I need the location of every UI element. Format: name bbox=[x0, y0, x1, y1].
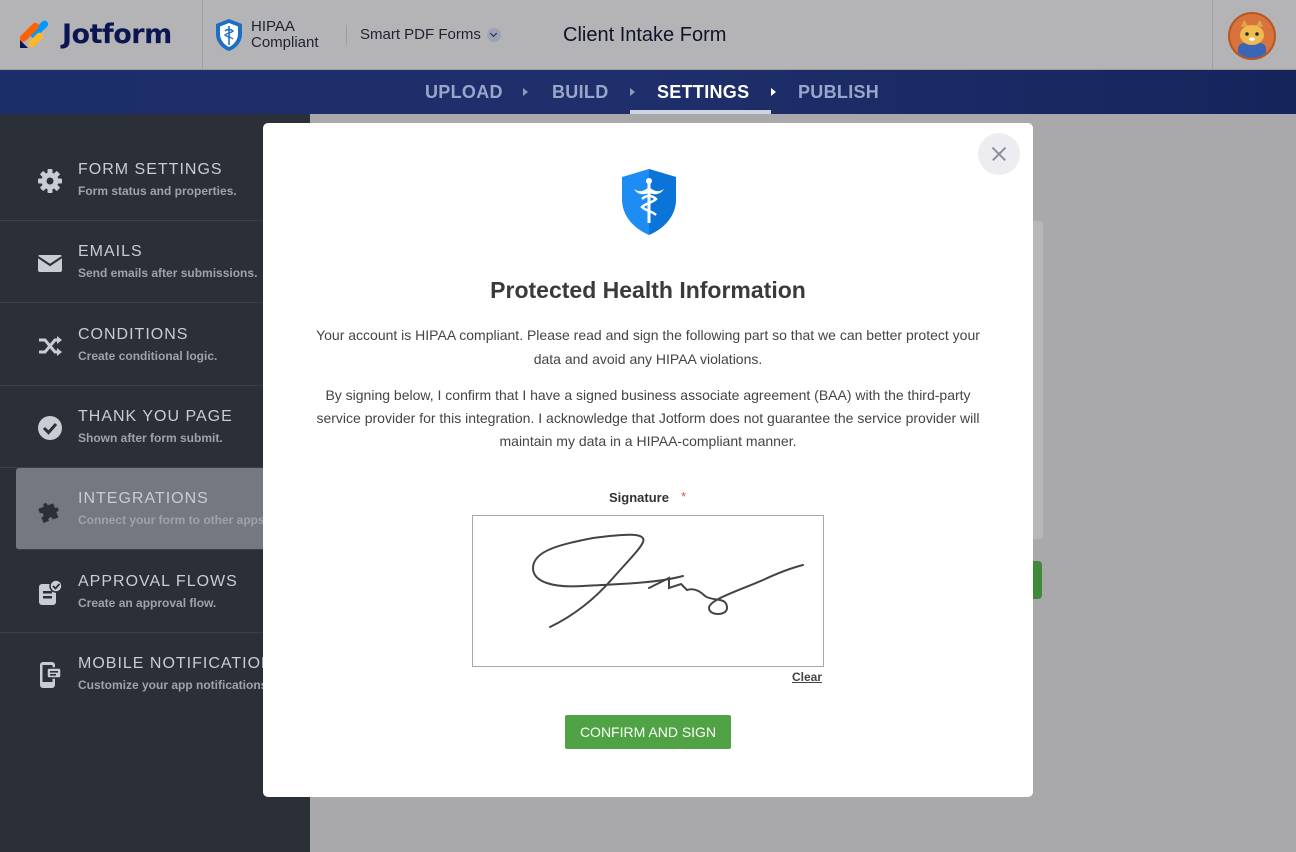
sidebar-item-subtitle: Create an approval flow. bbox=[78, 596, 217, 610]
header-divider-right bbox=[1212, 0, 1213, 70]
sidebar-item-title: CONDITIONS bbox=[78, 326, 189, 343]
sidebar-item-title: EMAILS bbox=[78, 243, 143, 260]
nav-arrow-icon bbox=[523, 88, 528, 96]
hipaa-badge: HIPAA Compliant bbox=[215, 18, 319, 52]
approval-icon bbox=[39, 579, 63, 605]
modal-intro-text: Your account is HIPAA compliant. Please … bbox=[316, 327, 980, 367]
header-divider bbox=[202, 0, 203, 70]
shuffle-icon bbox=[39, 336, 62, 356]
sidebar-item-subtitle: Form status and properties. bbox=[78, 184, 237, 198]
sidebar-item-subtitle: Create conditional logic. bbox=[78, 349, 218, 363]
product-name: Smart PDF Forms bbox=[360, 26, 481, 43]
chevron-down-icon bbox=[486, 28, 501, 42]
top-header: Jotform HIPAA Compliant Smart PDF Forms … bbox=[0, 0, 1296, 70]
form-title[interactable]: Client Intake Form bbox=[563, 24, 726, 47]
hipaa-line-2: Compliant bbox=[251, 34, 319, 51]
avatar-character-icon bbox=[1230, 14, 1274, 58]
hipaa-shield-icon bbox=[216, 19, 242, 51]
sidebar-item-subtitle: Connect your form to other apps. bbox=[78, 513, 269, 527]
nav-arrow-icon bbox=[771, 88, 776, 96]
check-circle-icon bbox=[38, 416, 62, 440]
product-switcher[interactable]: Smart PDF Forms bbox=[346, 25, 501, 45]
medical-shield-icon bbox=[622, 169, 676, 235]
nav-upload[interactable]: UPLOAD bbox=[425, 82, 503, 103]
sidebar-item-title: MOBILE NOTIFICATIONS bbox=[78, 655, 286, 672]
signature-label: Signature bbox=[609, 490, 669, 505]
confirm-and-sign-button[interactable]: CONFIRM AND SIGN bbox=[565, 715, 731, 749]
hipaa-line-1: HIPAA bbox=[251, 18, 295, 35]
jotform-logo[interactable]: Jotform bbox=[18, 18, 172, 50]
close-button[interactable] bbox=[978, 133, 1020, 175]
jotform-logo-icon bbox=[19, 20, 49, 48]
sidebar-item-subtitle: Send emails after submissions. bbox=[78, 266, 258, 280]
modal-title: Protected Health Information bbox=[490, 277, 806, 303]
sidebar-item-title: FORM SETTINGS bbox=[78, 161, 223, 178]
nav-arrow-icon bbox=[630, 88, 635, 96]
nav-active-indicator bbox=[630, 110, 771, 114]
clear-signature-link[interactable]: Clear bbox=[792, 670, 822, 684]
wizard-nav: UPLOAD BUILD SETTINGS PUBLISH bbox=[0, 70, 1296, 114]
signature-stroke bbox=[531, 533, 804, 628]
required-asterisk: * bbox=[681, 489, 687, 504]
envelope-icon bbox=[37, 255, 63, 272]
sidebar-item-subtitle: Shown after form submit. bbox=[78, 431, 223, 445]
mobile-icon bbox=[40, 662, 62, 688]
sidebar-item-title: INTEGRATIONS bbox=[78, 490, 209, 507]
puzzle-icon bbox=[38, 503, 59, 523]
brand-name: Jotform bbox=[62, 18, 172, 50]
phi-modal: Protected Health Information Your accoun… bbox=[263, 123, 1033, 797]
gear-icon bbox=[38, 169, 62, 193]
nav-publish[interactable]: PUBLISH bbox=[798, 82, 879, 103]
sidebar-item-subtitle: Customize your app notifications. bbox=[78, 678, 271, 692]
user-avatar[interactable] bbox=[1228, 12, 1276, 60]
sidebar-item-title: APPROVAL FLOWS bbox=[78, 573, 238, 590]
modal-baa-text: By signing below, I confirm that I have … bbox=[316, 387, 980, 449]
hipaa-label: HIPAA Compliant bbox=[251, 19, 319, 51]
sidebar-item-title: THANK YOU PAGE bbox=[78, 408, 233, 425]
nav-settings[interactable]: SETTINGS bbox=[657, 82, 749, 103]
nav-build[interactable]: BUILD bbox=[552, 82, 609, 103]
signature-pad[interactable] bbox=[472, 515, 824, 667]
